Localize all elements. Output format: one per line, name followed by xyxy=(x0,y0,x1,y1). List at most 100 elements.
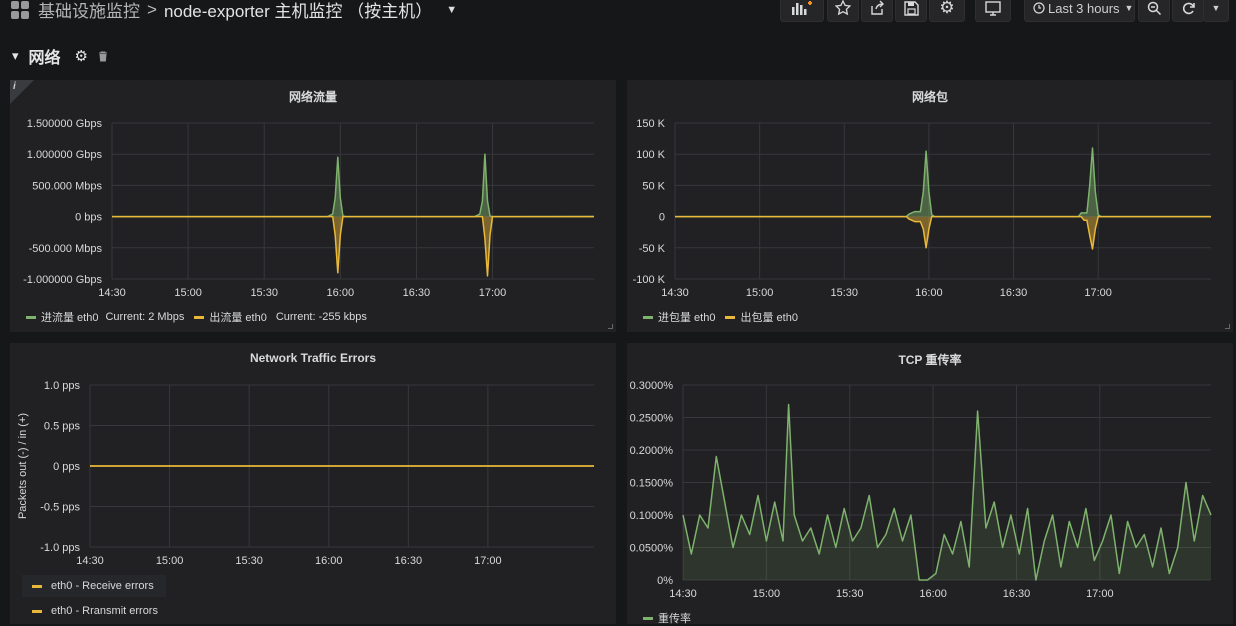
x-tick-label: 16:00 xyxy=(919,588,947,600)
time-range-label: Last 3 hours xyxy=(1048,0,1120,16)
legend-swatch xyxy=(725,315,736,319)
legend-swatch xyxy=(194,315,205,319)
x-tick-label: 16:00 xyxy=(915,287,943,299)
legend-item[interactable]: 进流量 eth0 xyxy=(41,309,98,325)
legend-swatch xyxy=(32,584,42,588)
y-tick-label: 0.5 pps xyxy=(44,421,81,433)
y-tick-label: 50 K xyxy=(642,180,665,192)
breadcrumb-parent[interactable]: 基础设施监控 xyxy=(38,0,140,22)
legend-swatch xyxy=(643,616,653,620)
dashboard-title[interactable]: node-exporter 主机监控 （按主机） xyxy=(164,0,432,22)
legend-item[interactable]: 出包量 eth0 xyxy=(740,309,797,325)
gear-icon[interactable]: ⚙ xyxy=(75,47,88,65)
x-tick-label: 15:00 xyxy=(156,555,184,567)
dashboard-grid-icon[interactable] xyxy=(10,0,30,20)
zoom-out-button[interactable] xyxy=(1138,0,1170,22)
y-tick-label: 1.0 pps xyxy=(44,380,81,392)
refresh-button[interactable] xyxy=(1172,0,1204,22)
x-tick-label: 14:30 xyxy=(669,588,697,600)
y-tick-label: 500.000 Mbps xyxy=(32,180,102,192)
share-icon xyxy=(871,0,884,15)
chart-legend: 进包量 eth0 出包量 eth0 xyxy=(643,309,798,325)
settings-button[interactable]: ⚙ xyxy=(929,0,965,22)
y-tick-label: 0.2500% xyxy=(630,413,674,425)
gear-icon: ⚙ xyxy=(939,0,955,17)
legend-swatch xyxy=(643,315,653,319)
y-tick-label: 0.0500% xyxy=(630,543,674,555)
caret-down-icon: ▼ xyxy=(1124,3,1134,13)
y-tick-label: -0.5 pps xyxy=(40,502,80,514)
legend-item[interactable]: 出流量 eth0 xyxy=(209,309,266,325)
resize-handle[interactable] xyxy=(1225,324,1230,329)
x-tick-label: 16:30 xyxy=(395,555,423,567)
save-button[interactable] xyxy=(895,0,927,22)
y-tick-label: -1.000000 Gbps xyxy=(23,274,102,286)
star-button[interactable] xyxy=(827,0,859,22)
y-tick-label: 0 pps xyxy=(53,461,80,473)
y-tick-label: -100 K xyxy=(633,274,666,286)
chart-plot[interactable]: 150 K 100 K 50 K 0 -50 K -100 K14:30 15:00 15:3… xyxy=(627,80,1233,332)
clock-icon xyxy=(1033,2,1045,14)
caret-down-icon: ▼ xyxy=(1211,3,1221,13)
y-tick-label: 0.3000% xyxy=(630,380,674,392)
save-icon xyxy=(903,0,919,16)
legend-item-receive[interactable]: eth0 - Receive errors xyxy=(22,575,166,597)
star-icon xyxy=(835,0,851,16)
time-picker-button[interactable]: Last 3 hours ▼ xyxy=(1024,0,1135,22)
row-header[interactable]: ▾ 网络 ⚙ xyxy=(12,44,108,68)
x-tick-label: 16:00 xyxy=(327,287,355,299)
legend-item[interactable]: 进包量 eth0 xyxy=(658,309,715,325)
y-tick-label: 0 bps xyxy=(75,212,102,224)
x-tick-label: 16:30 xyxy=(1003,588,1031,600)
legend-swatch xyxy=(32,609,42,613)
x-tick-label: 15:00 xyxy=(746,287,774,299)
caret-down-icon[interactable]: ▼ xyxy=(446,4,457,16)
top-navbar: 基础设施监控 > node-exporter 主机监控 （按主机） ▼ ⚙ La… xyxy=(0,0,1236,24)
y-tick-label: 0.1000% xyxy=(630,510,674,522)
chart-plot[interactable]: 0.3000% 0.2500% 0.2000% 0.1500% 0.1000% 0.050… xyxy=(627,343,1233,624)
y-tick-label: 1.500000 Gbps xyxy=(27,118,103,130)
refresh-icon xyxy=(1182,2,1195,14)
y-tick-label: 0.1500% xyxy=(630,478,674,490)
x-tick-label: 17:00 xyxy=(479,287,507,299)
legend-item: eth0 - Rransmit errors xyxy=(51,605,158,617)
series-line xyxy=(675,215,1211,250)
tcp-retrans-panel: TCP 重传率 0.3000% 0.2500% 0.2000% 0.1500% 0.10… xyxy=(627,343,1233,625)
y-tick-label: 150 K xyxy=(636,118,665,130)
zoom-out-icon xyxy=(1147,1,1161,15)
y-tick-label: 100 K xyxy=(636,149,665,161)
chevron-down-icon[interactable]: ▾ xyxy=(12,48,19,64)
y-tick-label: -500.000 Mbps xyxy=(29,243,103,255)
series-area xyxy=(683,404,1211,580)
x-tick-label: 16:30 xyxy=(1000,287,1028,299)
chart-legend: 进流量 eth0 Current: 2 Mbps 出流量 eth0 Curren… xyxy=(26,309,367,325)
tv-mode-button[interactable] xyxy=(975,0,1011,22)
legend-current: Current: 2 Mbps xyxy=(105,311,185,323)
legend-item: eth0 - Receive errors xyxy=(51,580,154,592)
x-tick-label: 16:30 xyxy=(403,287,431,299)
series-area xyxy=(675,148,1211,217)
x-tick-label: 17:00 xyxy=(1084,287,1112,299)
x-tick-label: 14:30 xyxy=(661,287,689,299)
x-tick-label: 16:00 xyxy=(315,555,343,567)
y-tick-label: 0 xyxy=(659,212,665,224)
y-tick-label: 1.000000 Gbps xyxy=(27,149,103,161)
y-tick-label: 0% xyxy=(657,575,673,587)
x-tick-label: 17:00 xyxy=(474,555,502,567)
chart-plot[interactable]: 1.500000 Gbps 1.000000 Gbps 500.000 Mbps 0 … xyxy=(10,80,616,332)
x-tick-label: 15:30 xyxy=(830,287,858,299)
legend-swatch xyxy=(26,315,36,319)
x-tick-label: 15:30 xyxy=(836,588,864,600)
breadcrumb-separator: > xyxy=(147,0,157,19)
y-tick-label: 0.2000% xyxy=(630,445,674,457)
network-packets-panel: 网络包 150 K 100 K 50 K 0 -50 K -100 K 14:30 15:00… xyxy=(627,80,1233,332)
legend-item-transmit[interactable]: eth0 - Rransmit errors xyxy=(32,605,158,617)
resize-handle[interactable] xyxy=(608,324,613,329)
share-button[interactable] xyxy=(861,0,893,22)
add-panel-button[interactable] xyxy=(780,0,824,22)
trash-icon[interactable] xyxy=(98,51,108,62)
breadcrumb: 基础设施监控 > node-exporter 主机监控 （按主机） ▼ xyxy=(10,0,457,22)
x-tick-label: 15:30 xyxy=(235,555,263,567)
y-tick-label: -50 K xyxy=(639,243,666,255)
refresh-interval-button[interactable]: ▼ xyxy=(1203,0,1229,22)
